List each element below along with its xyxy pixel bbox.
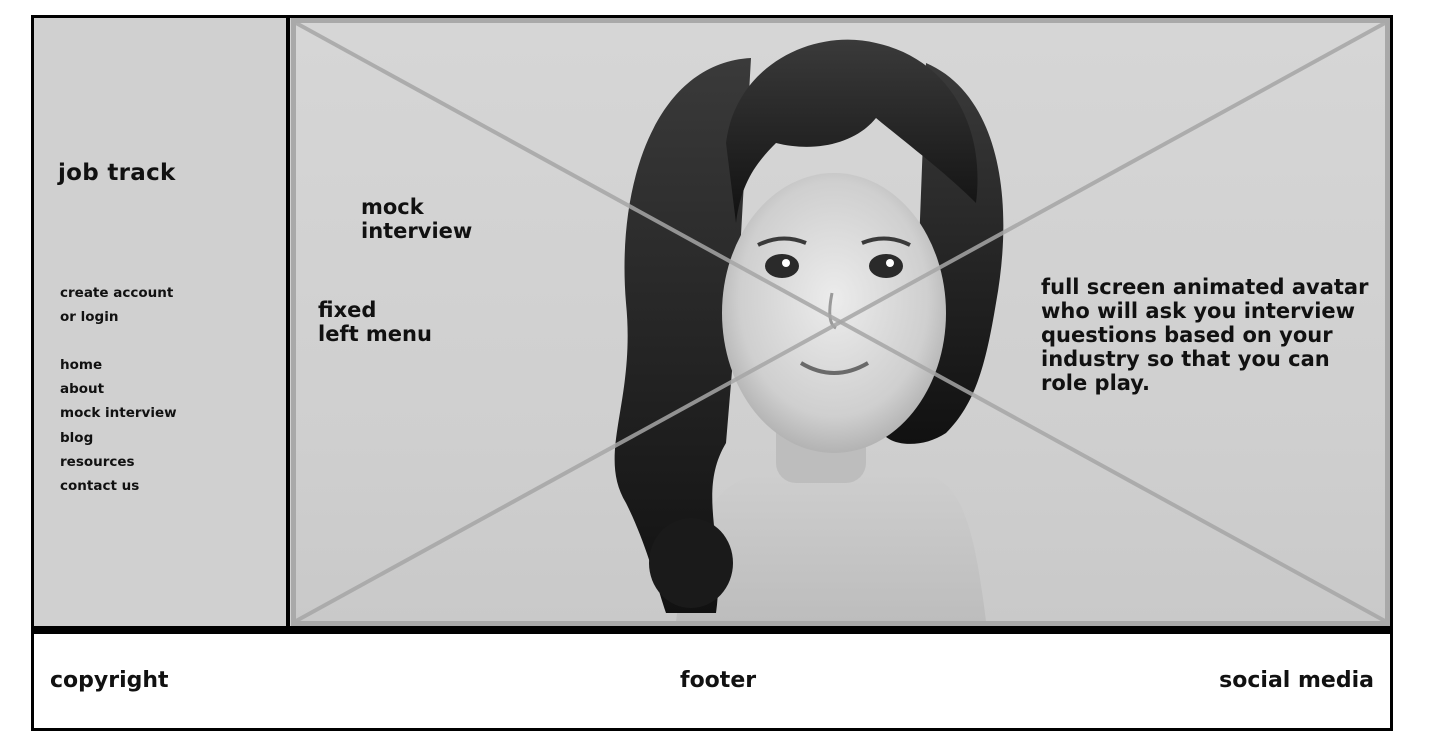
nav-item-mock-interview[interactable]: mock interview [60, 401, 177, 425]
annotation-desc-line: industry so that you can [1041, 347, 1330, 371]
footer: copyright footer social media [31, 629, 1393, 731]
hero-avatar-area: mock interview fixed left menu full scre… [291, 18, 1390, 626]
brand-logo[interactable]: job track [58, 160, 176, 186]
main-region: job track create account or login home a… [31, 15, 1393, 629]
annotation-fixed-left-menu: fixed left menu [318, 298, 432, 346]
footer-copyright: copyright [50, 668, 169, 693]
nav-item-home[interactable]: home [60, 353, 177, 377]
annotation-desc-line: who will ask you interview [1041, 299, 1356, 323]
annotation-desc-line: questions based on your [1041, 323, 1333, 347]
footer-social-media-link[interactable]: social media [1219, 668, 1374, 693]
login-label[interactable]: or login [60, 305, 260, 329]
annotation-desc-line: role play. [1041, 371, 1151, 395]
annotation-fixed-line1: fixed [318, 298, 377, 322]
annotation-desc-line: full screen animated avatar [1041, 275, 1369, 299]
create-account-or-login-link[interactable]: create account or login [60, 281, 260, 329]
annotation-mock-line2: interview [361, 219, 473, 243]
annotation-fixed-line2: left menu [318, 322, 432, 346]
annotation-mock-interview: mock interview [361, 195, 472, 243]
create-account-label[interactable]: create account [60, 281, 260, 305]
nav-item-resources[interactable]: resources [60, 450, 177, 474]
nav-item-about[interactable]: about [60, 377, 177, 401]
annotation-mock-line1: mock [361, 195, 424, 219]
nav-item-blog[interactable]: blog [60, 426, 177, 450]
annotation-avatar-description: full screen animated avatar who will ask… [1041, 275, 1385, 395]
sidebar-nav: home about mock interview blog resources… [60, 353, 177, 498]
fixed-left-menu: job track create account or login home a… [34, 18, 290, 626]
footer-label: footer [680, 668, 757, 693]
nav-item-contact-us[interactable]: contact us [60, 474, 177, 498]
